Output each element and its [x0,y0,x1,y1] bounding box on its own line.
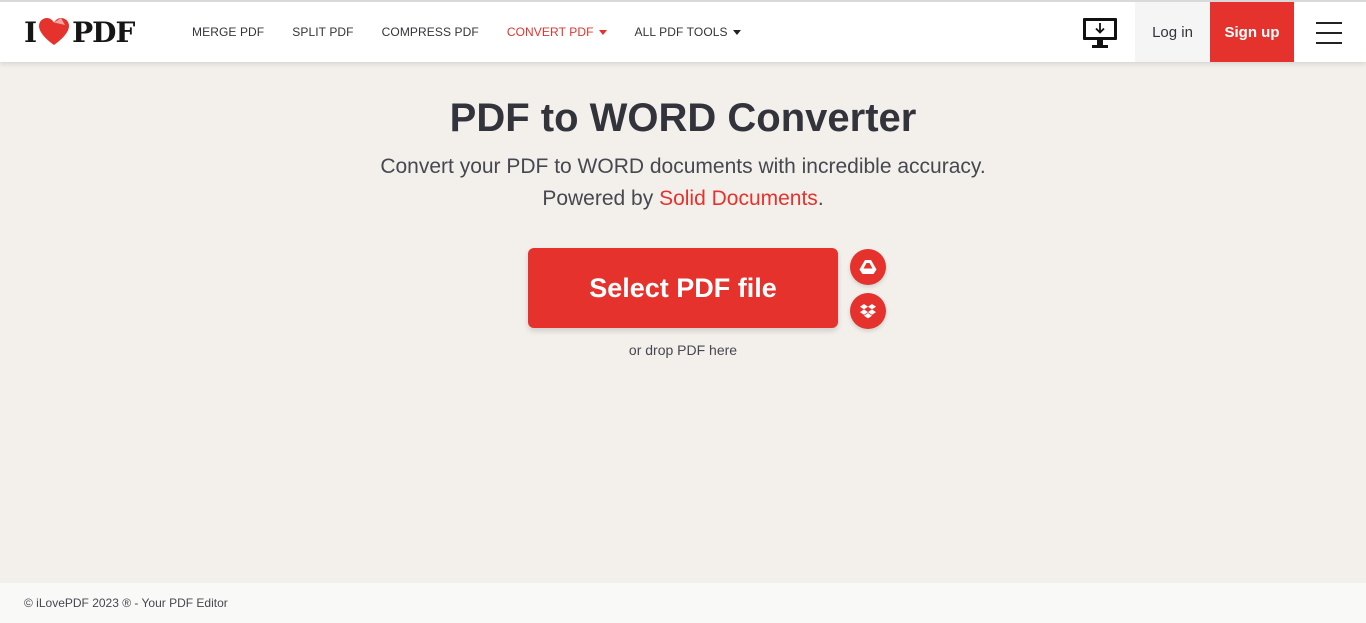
footer-copyright: © iLovePDF 2023 ® - Your PDF Editor [24,596,228,610]
main-nav: MERGE PDF SPLIT PDF COMPRESS PDF CONVERT… [192,2,769,62]
menu-bar [1316,22,1342,24]
page-title: PDF to WORD Converter [449,96,917,140]
login-button[interactable]: Log in [1135,2,1210,62]
desktop-download-button[interactable] [1080,15,1120,51]
logo-letter-i: I [24,15,37,49]
select-pdf-file-button[interactable]: Select PDF file [528,248,838,328]
subtitle-period: . [817,187,824,210]
nav-all-pdf-tools-label: ALL PDF TOOLS [634,25,728,39]
desktop-download-icon [1083,18,1117,48]
ilovepdf-logo[interactable]: I PDF [24,15,135,49]
google-drive-icon [859,260,877,274]
logo-text-pdf: PDF [72,15,135,49]
top-header: I PDF MERGE PDF SPLIT PDF COMPRESS PDF C… [0,0,1366,62]
heart-logo-icon [39,18,70,45]
nav-merge-pdf-label: MERGE PDF [192,25,265,39]
menu-bar [1316,32,1342,34]
nav-split-pdf-label: SPLIT PDF [292,25,354,39]
nav-compress-pdf[interactable]: COMPRESS PDF [382,25,479,39]
drop-pdf-hint: or drop PDF here [628,342,738,358]
caret-down-icon [598,29,607,35]
nav-convert-pdf-label: CONVERT PDF [506,25,594,39]
menu-bar [1316,42,1342,44]
caret-down-icon [732,29,741,35]
hamburger-menu-icon[interactable] [1316,22,1342,44]
signup-label: Sign up [1224,23,1280,41]
nav-all-pdf-tools[interactable]: ALL PDF TOOLS [635,25,741,39]
dropbox-button[interactable] [850,293,886,329]
google-drive-button[interactable] [850,249,886,285]
subtitle-line-1: Convert your PDF to WORD documents with … [380,155,986,178]
select-pdf-file-label: Select PDF file [589,272,777,303]
solid-documents-link[interactable]: Solid Documents [659,187,818,210]
signup-button[interactable]: Sign up [1210,2,1294,62]
nav-convert-pdf[interactable]: CONVERT PDF [507,25,607,39]
login-label: Log in [1152,23,1193,41]
powered-by-text: Powered by [542,187,660,210]
page-subtitle: Convert your PDF to WORD documents with … [0,151,1366,215]
page-footer: © iLovePDF 2023 ® - Your PDF Editor [0,583,1366,623]
dropbox-icon [860,303,876,318]
subtitle-line-2: Powered by Solid Documents. [0,183,1366,215]
nav-compress-pdf-label: COMPRESS PDF [381,25,479,39]
nav-merge-pdf[interactable]: MERGE PDF [192,25,264,39]
nav-split-pdf[interactable]: SPLIT PDF [292,25,353,39]
